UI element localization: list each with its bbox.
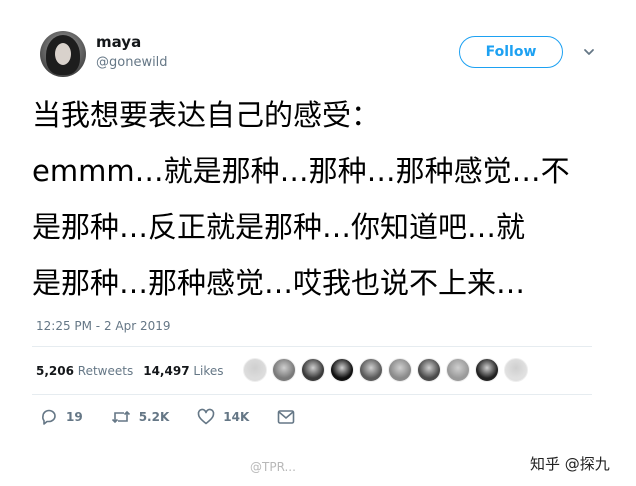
like-button[interactable]: 14K xyxy=(197,408,249,426)
tweet-line: 是那种…反正就是那种…你知道吧…就 xyxy=(32,210,526,244)
like-count: 14K xyxy=(223,410,250,424)
reply-button[interactable]: 19 xyxy=(40,408,83,426)
likes-stat[interactable]: 14,497 Likes xyxy=(143,364,223,378)
message-icon xyxy=(277,410,295,424)
tweet-line: emmm…就是那种…那种…那种感觉…不 xyxy=(32,154,570,188)
retweet-button[interactable]: 5.2K xyxy=(111,408,170,426)
action-bar: 19 5.2K 14K xyxy=(40,408,323,426)
avatar[interactable] xyxy=(40,31,86,77)
likes-count: 14,497 xyxy=(143,364,190,378)
user-name[interactable]: maya xyxy=(96,33,141,51)
liker-avatar[interactable] xyxy=(272,358,296,382)
liker-avatar[interactable] xyxy=(504,358,528,382)
direct-message-button[interactable] xyxy=(277,409,295,425)
liker-avatar[interactable] xyxy=(475,358,499,382)
timestamp[interactable]: 12:25 PM - 2 Apr 2019 xyxy=(36,319,171,333)
likes-label: Likes xyxy=(193,364,224,378)
liker-avatar[interactable] xyxy=(243,358,267,382)
liker-avatar[interactable] xyxy=(446,358,470,382)
liker-avatar[interactable] xyxy=(388,358,412,382)
avatar-face xyxy=(55,43,71,65)
liker-avatar[interactable] xyxy=(417,358,441,382)
retweets-label: Retweets xyxy=(77,364,134,378)
liker-avatar[interactable] xyxy=(330,358,354,382)
weibo-watermark: @TPR... xyxy=(250,460,296,474)
retweet-icon xyxy=(111,410,130,424)
retweets-count: 5,206 xyxy=(36,364,74,378)
liker-avatar[interactable] xyxy=(359,358,383,382)
divider xyxy=(32,394,592,395)
liker-avatars xyxy=(243,358,533,382)
retweet-count: 5.2K xyxy=(138,410,170,424)
heart-icon xyxy=(197,408,215,425)
zhihu-watermark: 知乎 @探九 xyxy=(530,455,610,473)
retweets-stat[interactable]: 5,206 Retweets xyxy=(36,364,133,378)
divider xyxy=(32,346,592,347)
tweet-line: 是那种…那种感觉…哎我也说不上来… xyxy=(32,266,526,300)
reply-count: 19 xyxy=(66,410,83,424)
user-handle[interactable]: @gonewild xyxy=(96,55,168,70)
follow-button[interactable]: Follow xyxy=(459,36,563,68)
tweet-text: 当我想要表达自己的感受： emmm…就是那种…那种…那种感觉…不 是那种…反正就… xyxy=(32,92,570,306)
liker-avatar[interactable] xyxy=(301,358,325,382)
chevron-down-icon[interactable] xyxy=(582,45,596,59)
reply-icon xyxy=(42,409,56,425)
tweet-line: 当我想要表达自己的感受： xyxy=(32,98,381,132)
stats-row: 5,206 Retweets 14,497 Likes xyxy=(36,364,224,378)
